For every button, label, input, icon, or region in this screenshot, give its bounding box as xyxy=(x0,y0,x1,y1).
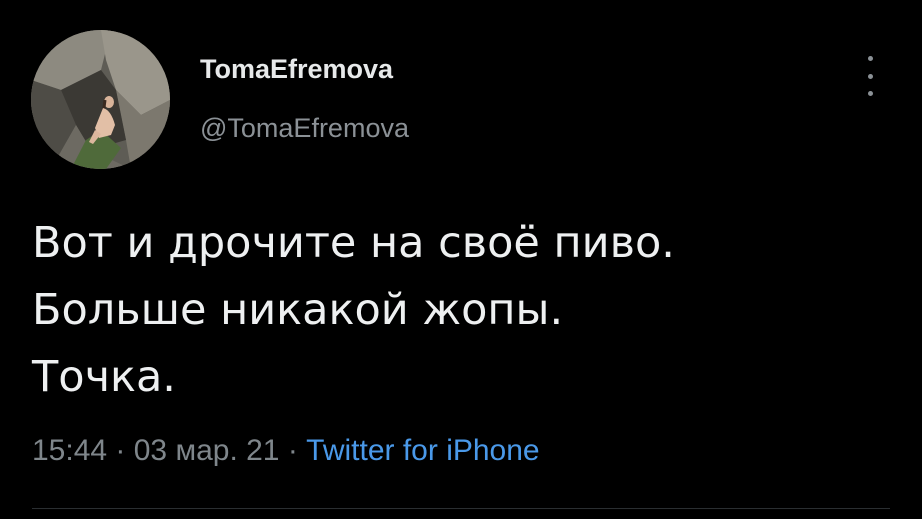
meta-separator: · xyxy=(279,434,307,467)
more-vertical-icon[interactable] xyxy=(856,56,884,96)
tweet-meta: 15:44 · 03 мар. 21 · Twitter for iPhone xyxy=(32,434,540,468)
tweet-text-line: Больше никакой жопы. xyxy=(32,285,564,335)
tweet-text-line: Вот и дрочите на своё пиво. xyxy=(32,218,675,268)
tweet-date[interactable]: 03 мар. 21 xyxy=(134,434,280,467)
avatar[interactable] xyxy=(31,30,170,169)
divider xyxy=(32,508,890,509)
tweet-text-line: Точка. xyxy=(32,352,176,402)
tweet-time[interactable]: 15:44 xyxy=(32,434,107,467)
author-handle[interactable]: @TomaEfremova xyxy=(200,113,409,144)
author-display-name[interactable]: TomaEfremova xyxy=(200,54,393,85)
tweet-text: Вот и дрочите на своё пиво. Больше никак… xyxy=(32,210,892,411)
avatar-photo xyxy=(31,30,170,169)
meta-separator: · xyxy=(107,434,134,467)
dot xyxy=(867,73,873,79)
dot xyxy=(867,56,873,61)
tweet-source-link[interactable]: Twitter for iPhone xyxy=(306,434,539,467)
dot xyxy=(867,91,873,96)
